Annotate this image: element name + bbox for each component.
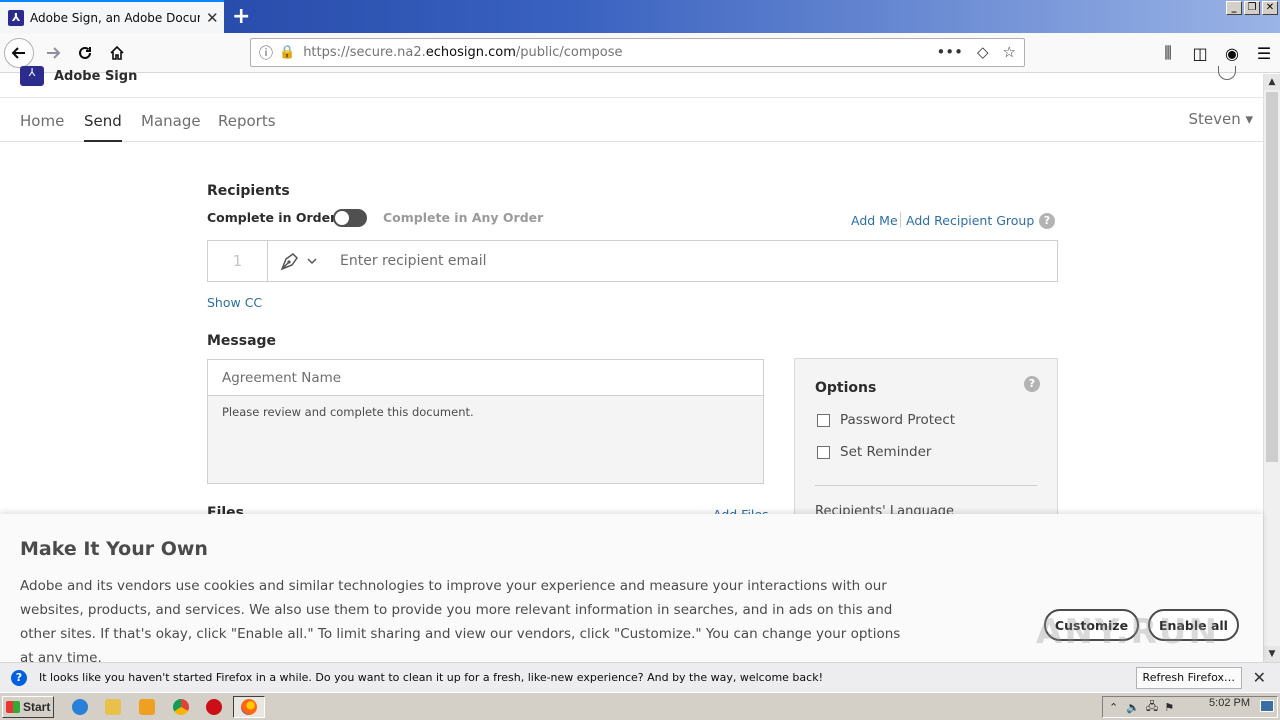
restore-button[interactable]: ❐ — [1244, 1, 1260, 15]
recipient-email-input[interactable] — [328, 241, 1057, 281]
order-toggle[interactable] — [333, 209, 367, 227]
adobe-sign-favicon-icon: ⅄ — [8, 9, 24, 26]
tab-close-icon[interactable]: ✕ — [206, 9, 219, 27]
system-tray: ⌃ 🔈 🖧 ⚑ — [1102, 696, 1278, 718]
reload-icon[interactable] — [70, 38, 100, 68]
adobe-sign-logo[interactable]: ⅄ Adobe Sign — [20, 66, 137, 86]
adobe-sign-logo-icon: ⅄ — [20, 66, 44, 86]
opera-icon[interactable] — [206, 699, 222, 715]
internet-explorer-icon[interactable] — [72, 699, 88, 715]
network-icon[interactable]: 🖧 — [1146, 698, 1158, 717]
system-clock[interactable]: 5:02 PM — [1209, 697, 1250, 709]
logo-text: Adobe Sign — [54, 68, 138, 84]
back-arrow-icon[interactable] — [4, 38, 34, 68]
tray-expand-icon[interactable]: ⌃ — [1109, 701, 1118, 714]
chrome-icon[interactable] — [173, 699, 189, 715]
windows-taskbar: Start ⌃ 🔈 🖧 ⚑ 5:02 PM — [0, 692, 1280, 720]
info-icon: ? — [11, 669, 27, 686]
notification-text: It looks like you haven't started Firefo… — [39, 671, 823, 684]
browser-navbar: ⓘ 🔒 https://secure.na2.echosign.com/publ… — [0, 33, 1280, 73]
options-help-icon[interactable]: ? — [1024, 376, 1040, 392]
options-title: Options — [815, 380, 877, 396]
cookie-banner-title: Make It Your Own — [20, 538, 208, 560]
agreement-name-input[interactable] — [208, 360, 763, 396]
scroll-up-arrow-icon[interactable]: ▲ — [1264, 74, 1280, 90]
complete-in-order-label[interactable]: Complete in Order — [207, 210, 336, 225]
notification-close-icon[interactable]: ✕ — [1253, 668, 1266, 687]
set-reminder-option[interactable]: Set Reminder — [817, 444, 931, 460]
url-text[interactable]: https://secure.na2.echosign.com/public/c… — [303, 45, 622, 60]
set-reminder-checkbox[interactable] — [817, 445, 830, 459]
nav-send[interactable]: Send — [84, 112, 122, 142]
firefox-notification-bar: ? It looks like you haven't started Fire… — [0, 662, 1280, 692]
scroll-down-arrow-icon[interactable]: ▼ — [1264, 646, 1280, 662]
cookie-banner-text: Adobe and its vendors use cookies and si… — [20, 578, 901, 666]
folder-icon[interactable] — [105, 699, 121, 715]
library-icon[interactable]: ⫼ — [1152, 38, 1184, 68]
sidebar-icon[interactable]: ◫ — [1184, 38, 1216, 68]
start-label: Start — [23, 700, 51, 714]
password-protect-label: Password Protect — [840, 412, 956, 428]
window-controls: _ ❐ ✕ — [1226, 1, 1278, 15]
recipient-order-number: 1 — [208, 241, 268, 281]
firefox-icon — [241, 699, 257, 715]
firefox-taskbar-button[interactable] — [233, 696, 265, 718]
home-icon[interactable] — [102, 38, 132, 68]
add-me-link[interactable]: Add Me — [851, 213, 898, 228]
set-reminder-label: Set Reminder — [840, 444, 932, 460]
action-center-flag-icon[interactable]: ⚑ — [1164, 701, 1174, 714]
enable-all-button[interactable]: Enable all — [1148, 609, 1239, 641]
recipients-help-icon[interactable]: ? — [1039, 213, 1055, 229]
nav-manage[interactable]: Manage — [141, 112, 201, 130]
page-actions-icon[interactable]: ••• — [936, 43, 963, 61]
cookie-consent-banner: Make It Your Own Adobe and its vendors u… — [0, 514, 1263, 666]
help-icon[interactable] — [1218, 66, 1236, 80]
bookmark-star-icon[interactable]: ☆ — [1003, 43, 1016, 61]
media-player-icon[interactable] — [139, 699, 155, 715]
options-panel: Options ? Password Protect Set Reminder … — [794, 358, 1058, 528]
password-protect-option[interactable]: Password Protect — [817, 412, 955, 428]
windows-logo-icon — [6, 701, 20, 713]
forward-arrow-icon[interactable] — [38, 38, 68, 68]
password-protect-checkbox[interactable] — [817, 413, 830, 427]
show-desktop-icon[interactable] — [1260, 700, 1274, 712]
scroll-thumb[interactable] — [1266, 92, 1278, 462]
browser-titlebar: ⅄ Adobe Sign, an Adobe Document Cloud ✕ … — [0, 0, 1280, 33]
url-bar[interactable]: ⓘ 🔒 https://secure.na2.echosign.com/publ… — [250, 38, 1025, 67]
tab-title: Adobe Sign, an Adobe Document Cloud — [30, 10, 200, 25]
message-box: Please review and complete this document… — [207, 359, 764, 484]
message-heading: Message — [207, 333, 277, 349]
show-cc-link[interactable]: Show CC — [207, 295, 262, 310]
options-divider — [815, 485, 1037, 486]
start-button[interactable]: Start — [2, 696, 54, 718]
site-info-icon[interactable]: ⓘ — [259, 43, 273, 63]
recipients-heading: Recipients — [207, 183, 290, 199]
chevron-down-icon — [307, 258, 317, 265]
toggle-knob — [335, 211, 349, 225]
nav-reports[interactable]: Reports — [218, 112, 276, 130]
app-top-navigation: Home Send Manage Reports Steven ▾ — [0, 97, 1263, 142]
browser-tab[interactable]: ⅄ Adobe Sign, an Adobe Document Cloud ✕ — [0, 0, 224, 33]
lock-icon[interactable]: 🔒 — [279, 45, 295, 60]
page-scrollbar[interactable]: ▲ ▼ — [1263, 74, 1280, 662]
signer-role-dropdown[interactable] — [268, 250, 328, 272]
nav-home[interactable]: Home — [20, 112, 64, 130]
refresh-firefox-button[interactable]: Refresh Firefox… — [1135, 667, 1242, 689]
customize-button[interactable]: Customize — [1044, 609, 1139, 641]
minimize-button[interactable]: _ — [1226, 1, 1242, 15]
account-icon[interactable]: ◉ — [1216, 38, 1248, 68]
pen-nib-icon — [280, 253, 298, 271]
message-textarea[interactable]: Please review and complete this document… — [208, 396, 763, 483]
complete-any-order-label[interactable]: Complete in Any Order — [383, 210, 543, 225]
user-menu[interactable]: Steven ▾ — [1188, 110, 1253, 128]
new-tab-button[interactable]: + — [232, 4, 250, 29]
link-divider — [900, 212, 901, 228]
close-window-button[interactable]: ✕ — [1262, 1, 1278, 15]
pocket-icon[interactable]: ◇ — [977, 43, 989, 61]
add-recipient-group-link[interactable]: Add Recipient Group — [906, 213, 1034, 228]
menu-icon[interactable]: ☰ — [1248, 38, 1280, 68]
volume-icon[interactable]: 🔈 — [1126, 701, 1140, 714]
recipient-row: 1 — [207, 240, 1058, 282]
